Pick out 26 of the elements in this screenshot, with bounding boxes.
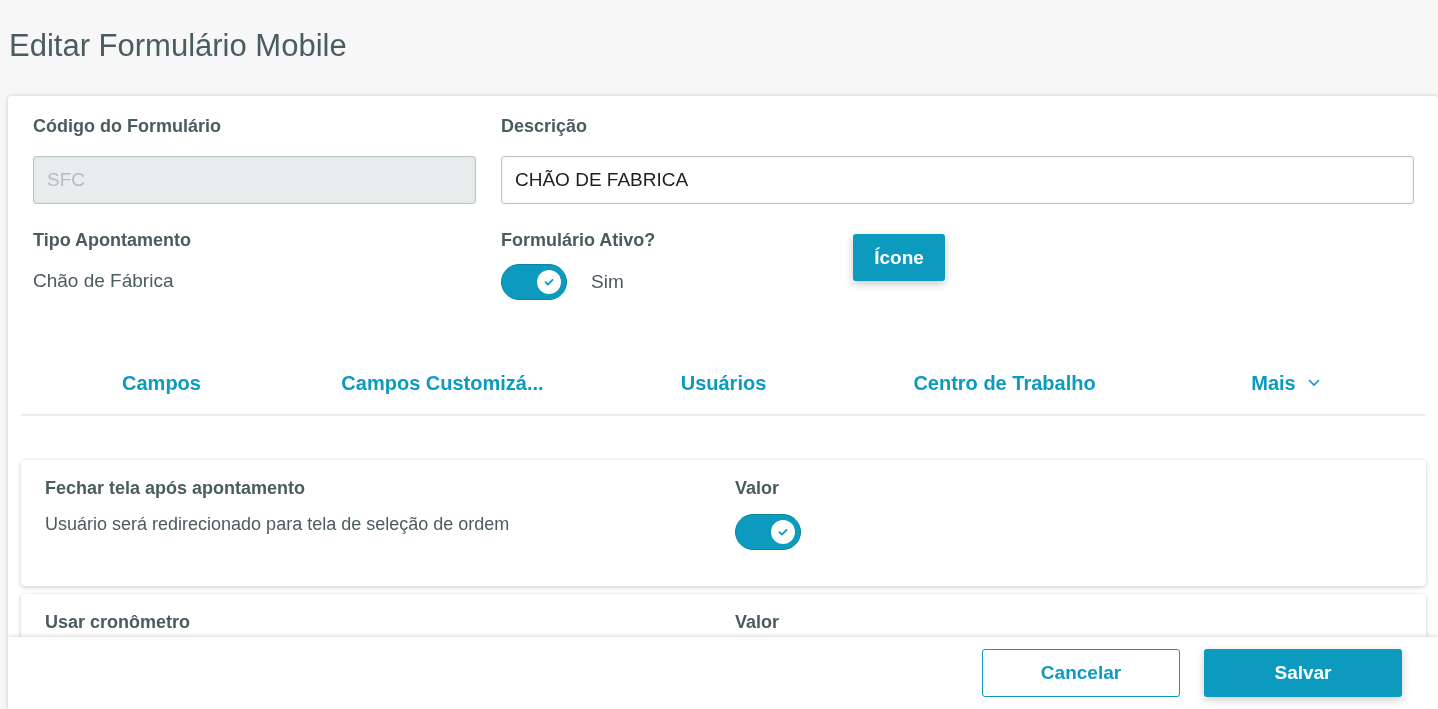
setting-title: Fechar tela após apontamento	[45, 477, 307, 500]
field-label: Código do Formulário	[33, 115, 222, 138]
value-label: Valor	[735, 477, 781, 500]
input-field[interactable]: CHÃO DE FABRICA	[501, 156, 1414, 204]
field-value: Chão de Fábrica	[33, 270, 175, 292]
check-icon	[543, 276, 555, 288]
field-label: Descrição	[501, 115, 589, 138]
toggle-switch[interactable]	[735, 514, 801, 550]
toggle-switch[interactable]	[501, 264, 567, 300]
setting-description: Usuário será redirecionado para tela de seleção de ordem	[45, 514, 511, 535]
tab[interactable]: Mais	[1145, 352, 1426, 414]
check-icon	[777, 526, 789, 538]
save-button[interactable]: Salvar	[1204, 649, 1402, 697]
icon-button[interactable]: Ícone	[853, 234, 945, 281]
tab[interactable]: Campos Customizá...	[302, 352, 583, 414]
value-label: Valor	[735, 611, 780, 634]
tab[interactable]: Campos	[21, 352, 302, 414]
tab[interactable]: Usuários	[583, 352, 864, 414]
tab[interactable]: Centro de Trabalho	[864, 352, 1145, 414]
cancel-button[interactable]: Cancelar	[982, 649, 1180, 697]
chevron-down-icon	[1307, 379, 1320, 387]
setting-title: Usar cronômetro	[45, 611, 192, 634]
page-title: Editar Formulário Mobile	[8, 27, 348, 65]
field-label: Tipo Apontamento	[33, 229, 192, 252]
field-label: Formulário Ativo?	[501, 229, 657, 252]
toggle-label: Sim	[591, 271, 624, 293]
